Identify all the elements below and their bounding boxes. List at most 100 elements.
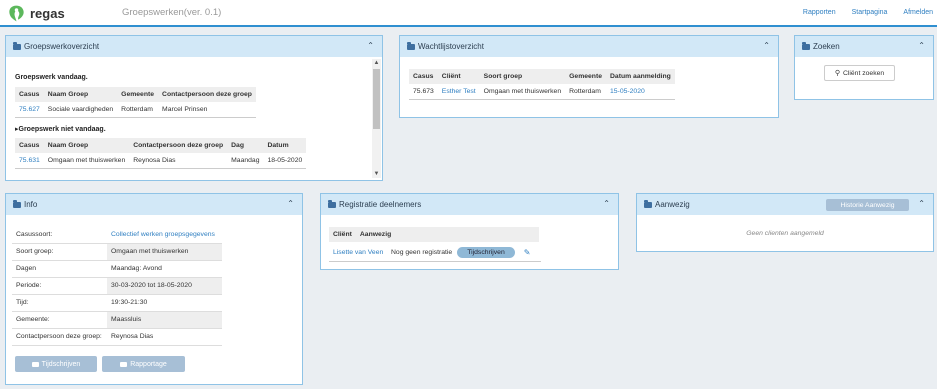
groepswerk-scrollbar[interactable]: ▲ ▼ (372, 59, 381, 178)
info-label: Gemeente: (12, 311, 107, 329)
nav-afmelden[interactable]: Afmelden (903, 9, 933, 16)
wachtlijst-table: Casus Cliënt Soort groep Gemeente Datum … (409, 69, 675, 100)
search-icon: ⚲ (834, 70, 840, 77)
info-value: Maandag: Avond (107, 260, 222, 278)
col-soort-groep: Soort groep (479, 69, 566, 84)
folder-icon (13, 199, 21, 208)
briefcase-icon (802, 41, 810, 50)
registratie-status: Nog geen registratie (391, 248, 453, 256)
cell: Omgaan met thuiswerken (43, 153, 130, 169)
groepswerk-panel: Groepswerkoverzicht ⌃ Groepswerk vandaag… (5, 35, 383, 181)
table-row: 75.631 Omgaan met thuiswerken Reynosa Di… (15, 153, 307, 169)
collapse-icon[interactable]: ⌃ (918, 41, 925, 50)
info-value[interactable]: Collectief werken groepsgegevens (107, 226, 222, 244)
col-casus: Casus (15, 87, 44, 102)
info-label: Tijd: (12, 294, 107, 312)
briefcase-icon (407, 41, 415, 50)
cell: Rotterdam (565, 84, 606, 100)
info-table: Casussoort: Collectief werken groepsgegev… (12, 226, 222, 346)
rapportage-button[interactable]: Rapportage (102, 356, 185, 372)
info-panel-header[interactable]: Info ⌃ (6, 194, 302, 215)
nav-rapporten[interactable]: Rapporten (803, 9, 836, 16)
info-row: Periode: 30-03-2020 tot 18-05-2020 (12, 277, 222, 295)
folder-icon (328, 199, 336, 208)
logo[interactable]: regas (6, 3, 65, 24)
briefcase-icon (120, 361, 128, 367)
col-naam-groep: Naam Groep (43, 87, 118, 102)
scroll-down-icon[interactable]: ▼ (373, 170, 380, 178)
col-client: Cliënt (329, 227, 356, 242)
col-gemeente: Gemeente (565, 69, 606, 84)
wachtlijst-panel: Wachtlijstoverzicht ⌃ Casus Cliënt Soort… (399, 35, 779, 118)
aanwezig-panel: Aanwezig Historie Aanwezig ⌃ Geen client… (636, 193, 934, 252)
info-value: Maassluis (107, 311, 222, 329)
top-nav: Rapporten Startpagina Afmelden (803, 9, 933, 16)
info-label: Casussoort: (12, 226, 107, 244)
cell: 18-05-2020 (263, 153, 307, 169)
logo-text: regas (30, 6, 65, 21)
other-section-title[interactable]: ▸Groepswerk niet vandaag. (15, 125, 306, 133)
historie-aanwezig-button[interactable]: Historie Aanwezig (826, 199, 909, 211)
col-dag: Dag (227, 138, 264, 153)
info-row: Casussoort: Collectief werken groepsgegev… (12, 226, 222, 244)
client-link[interactable]: Esther Test (437, 84, 480, 100)
col-datum-aanmelding: Datum aanmelding (606, 69, 675, 84)
aanwezig-title: Aanwezig (655, 200, 690, 209)
briefcase-icon (31, 361, 39, 367)
info-label: Soort groep: (12, 243, 107, 261)
today-section-title: Groepswerk vandaag. (15, 74, 88, 81)
nav-startpagina[interactable]: Startpagina (852, 9, 888, 16)
groepswerk-title: Groepswerkoverzicht (24, 42, 100, 51)
col-aanwezig: Aanwezig (355, 227, 540, 242)
col-client: Cliënt (437, 69, 480, 84)
zoeken-title: Zoeken (813, 42, 840, 51)
client-zoeken-button[interactable]: ⚲ Cliënt zoeken (824, 65, 895, 81)
info-label: Dagen (12, 260, 107, 278)
collapse-icon[interactable]: ⌃ (763, 41, 770, 50)
aanwezig-panel-header[interactable]: Aanwezig Historie Aanwezig ⌃ (637, 194, 933, 215)
info-row: Gemeente: Maassluis (12, 311, 222, 329)
cell: Reynosa Dias (129, 153, 228, 169)
info-value: 19:30-21:30 (107, 294, 222, 312)
briefcase-icon (13, 41, 21, 50)
casus-link[interactable]: 75.627 (15, 102, 44, 118)
scroll-thumb[interactable] (373, 69, 380, 129)
registratie-table: Cliënt Aanwezig (329, 227, 540, 242)
casus-link[interactable]: 75.631 (15, 153, 44, 169)
regas-logo-icon (9, 5, 24, 22)
cell: Rotterdam (117, 102, 159, 118)
collapse-icon[interactable]: ⌃ (287, 199, 294, 208)
registratie-row: Lisette van Veen Nog geen registratie Ti… (329, 243, 541, 262)
col-contactpersoon: Contactpersoon deze groep (129, 138, 228, 153)
info-row: Tijd: 19:30-21:30 (12, 294, 222, 312)
col-datum: Datum (263, 138, 307, 153)
zoeken-panel-header[interactable]: Zoeken ⌃ (795, 36, 933, 57)
collapse-icon[interactable]: ⌃ (603, 199, 610, 208)
groepswerk-panel-header[interactable]: Groepswerkoverzicht ⌃ (6, 36, 382, 57)
top-bar: regas Groepswerken(ver. 0.1) Rapporten S… (0, 0, 937, 27)
registratie-panel-header[interactable]: Registratie deelnemers ⌃ (321, 194, 618, 215)
info-value: Omgaan met thuiswerken (107, 243, 222, 261)
client-link[interactable]: Lisette van Veen (329, 249, 388, 256)
collapse-icon[interactable]: ⌃ (367, 41, 374, 50)
tijdschrijven-pill-button[interactable]: Tijdschrijven (457, 246, 515, 258)
col-gemeente: Gemeente (117, 87, 159, 102)
tijdschrijven-button[interactable]: Tijdschrijven (15, 356, 97, 372)
cell: Omgaan met thuiswerken (479, 84, 566, 100)
datum-link[interactable]: 15-05-2020 (606, 84, 675, 100)
cell: Maandag (227, 153, 264, 169)
cell: 75.673 (409, 84, 438, 100)
today-table: Casus Naam Groep Gemeente Contactpersoon… (15, 87, 256, 118)
info-value: 30-03-2020 tot 18-05-2020 (107, 277, 222, 295)
empty-message: Geen clienten aangemeld (746, 230, 824, 237)
col-casus: Casus (15, 138, 44, 153)
other-table: Casus Naam Groep Contactpersoon deze gro… (15, 138, 307, 169)
wachtlijst-panel-header[interactable]: Wachtlijstoverzicht ⌃ (400, 36, 778, 57)
scroll-up-icon[interactable]: ▲ (373, 59, 380, 67)
collapse-icon[interactable]: ⌃ (918, 199, 925, 208)
registratie-panel: Registratie deelnemers ⌃ Cliënt Aanwezig… (320, 193, 619, 270)
pencil-icon[interactable]: ✎ (524, 248, 531, 257)
info-label: Contactpersoon deze groep: (12, 328, 107, 346)
col-naam-groep: Naam Groep (43, 138, 130, 153)
info-value: Reynosa Dias (107, 328, 222, 346)
